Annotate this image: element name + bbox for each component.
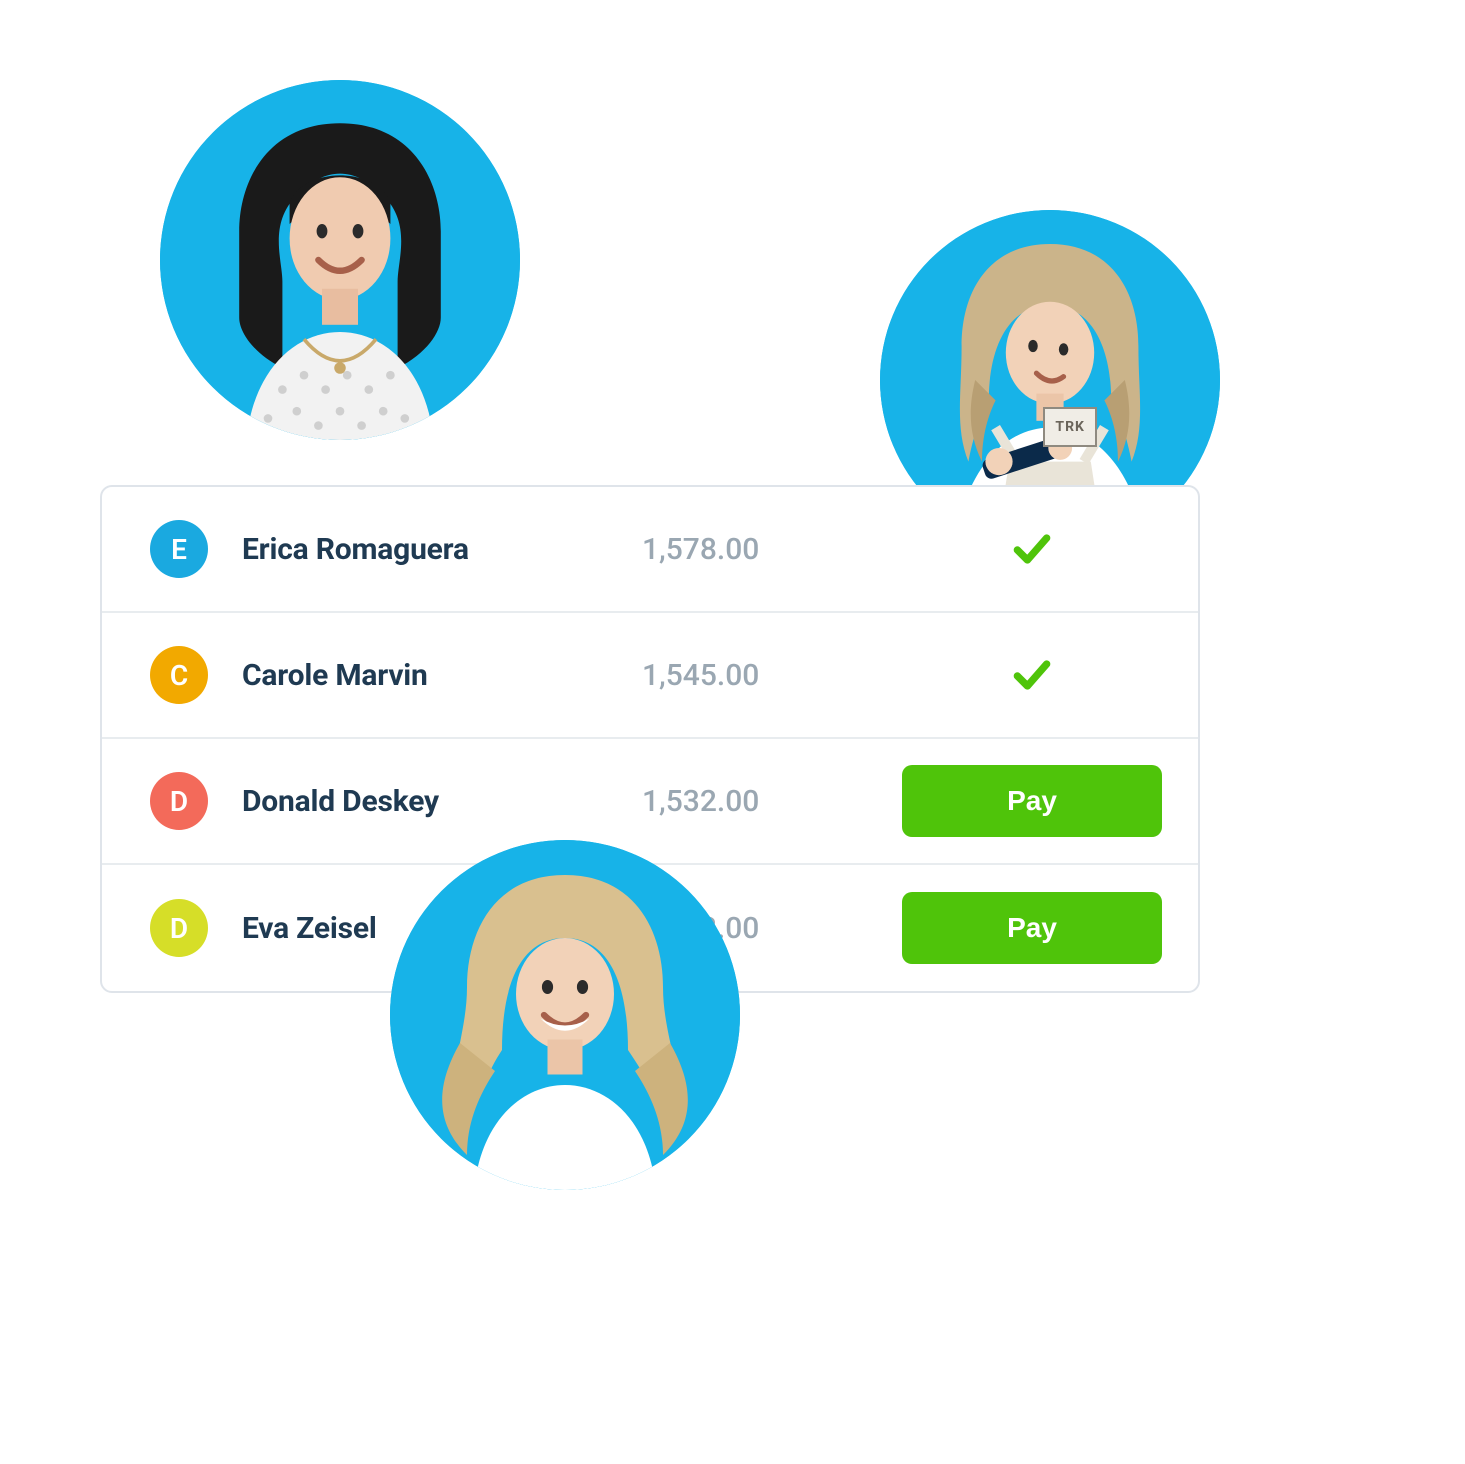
check-icon <box>1010 653 1054 697</box>
apron-badge: TRK <box>1043 407 1097 447</box>
amount: 1,532.00 <box>642 784 852 819</box>
employee-name: Erica Romaguera <box>242 532 642 567</box>
avatar-initial: C <box>150 646 208 704</box>
amount: 1,578.00 <box>642 532 852 567</box>
check-icon <box>1010 527 1054 571</box>
payroll-row: D Donald Deskey 1,532.00 Pay <box>102 739 1198 865</box>
decorative-avatar <box>390 840 740 1190</box>
decorative-avatar <box>160 80 520 440</box>
avatar-initial: D <box>150 899 208 957</box>
payroll-row: C Carole Marvin 1,545.00 <box>102 613 1198 739</box>
avatar-initial: E <box>150 520 208 578</box>
avatar-initial: D <box>150 772 208 830</box>
payroll-row: E Erica Romaguera 1,578.00 <box>102 487 1198 613</box>
employee-name: Donald Deskey <box>242 784 642 819</box>
pay-button[interactable]: Pay <box>902 765 1162 837</box>
amount: 1,545.00 <box>642 658 852 693</box>
employee-name: Carole Marvin <box>242 658 642 693</box>
pay-button[interactable]: Pay <box>902 892 1162 964</box>
